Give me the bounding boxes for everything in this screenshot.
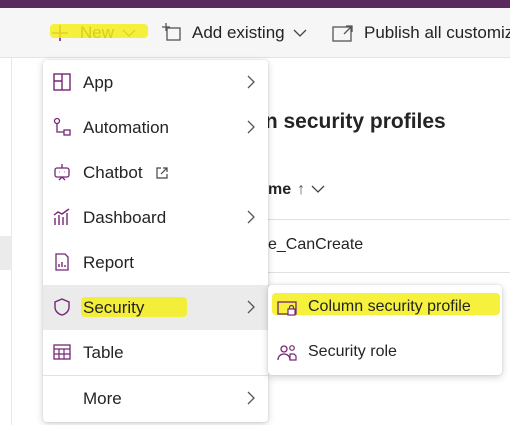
grid-divider: [262, 272, 510, 273]
grid-divider: [262, 219, 510, 220]
submenu-item-label: Security role: [308, 343, 397, 360]
table-row-name-cell[interactable]: e_CanCreate: [268, 236, 363, 254]
submenu-item-security-role[interactable]: Security role: [268, 330, 502, 375]
chevron-right-icon: [246, 390, 256, 411]
left-nav-strip: [0, 58, 12, 425]
menu-item-label: Security: [83, 298, 145, 317]
menu-item-app[interactable]: App: [43, 60, 268, 105]
menu-item-more[interactable]: More: [43, 376, 268, 421]
chevron-down-icon: [293, 28, 307, 38]
menu-item-security[interactable]: Security: [43, 285, 268, 330]
menu-item-table[interactable]: Table: [43, 330, 268, 375]
submenu-item-column-security-profile[interactable]: Column security profile: [268, 285, 502, 330]
menu-item-label: Dashboard: [83, 208, 167, 227]
menu-item-label: App: [83, 73, 114, 92]
menu-item-dashboard[interactable]: Dashboard: [43, 195, 268, 240]
highlight-mark-new: [50, 24, 148, 38]
external-link-icon: [155, 165, 169, 185]
column-lock-icon: [276, 297, 298, 319]
menu-item-report[interactable]: Report: [43, 240, 268, 285]
chevron-right-icon: [246, 119, 256, 140]
column-header-label: me: [268, 181, 292, 198]
flow-icon: [51, 116, 73, 138]
publish-all-button[interactable]: Publish all customiz: [332, 8, 510, 58]
people-role-icon: [276, 342, 298, 364]
security-submenu: Column security profile Security role: [268, 285, 502, 375]
left-nav-selected-item[interactable]: [0, 236, 12, 270]
menu-item-label: Table: [83, 343, 124, 362]
chart-icon: [51, 206, 73, 228]
sort-ascending-indicator: ↑: [297, 181, 306, 198]
menu-item-label: Chatbot: [83, 163, 143, 182]
chevron-right-icon: [246, 209, 256, 230]
column-header-name[interactable]: me ↑: [268, 181, 325, 199]
report-icon: [51, 251, 73, 273]
app-header-bar: [0, 0, 510, 8]
publish-all-label: Publish all customiz: [364, 23, 510, 42]
add-existing-label: Add existing: [192, 23, 285, 42]
new-dropdown-menu: App Automation Chatbot Dashboard Report: [43, 60, 268, 422]
chevron-down-icon: [311, 181, 325, 199]
add-existing-button[interactable]: Add existing: [160, 8, 307, 58]
shield-icon: [51, 296, 73, 318]
chevron-right-icon: [246, 74, 256, 95]
page-title: nn security profiles: [252, 110, 446, 133]
app-grid-icon: [51, 71, 73, 93]
chevron-right-icon: [246, 299, 256, 320]
menu-item-label: Automation: [83, 118, 169, 137]
publish-icon: [332, 23, 354, 43]
menu-item-label: More: [83, 389, 122, 408]
bot-icon: [51, 161, 73, 183]
menu-item-automation[interactable]: Automation: [43, 105, 268, 150]
menu-item-chatbot[interactable]: Chatbot: [43, 150, 268, 195]
menu-item-label: Report: [83, 253, 135, 272]
table-icon: [51, 341, 73, 363]
submenu-item-label: Column security profile: [308, 298, 471, 315]
add-existing-icon: [160, 23, 182, 43]
